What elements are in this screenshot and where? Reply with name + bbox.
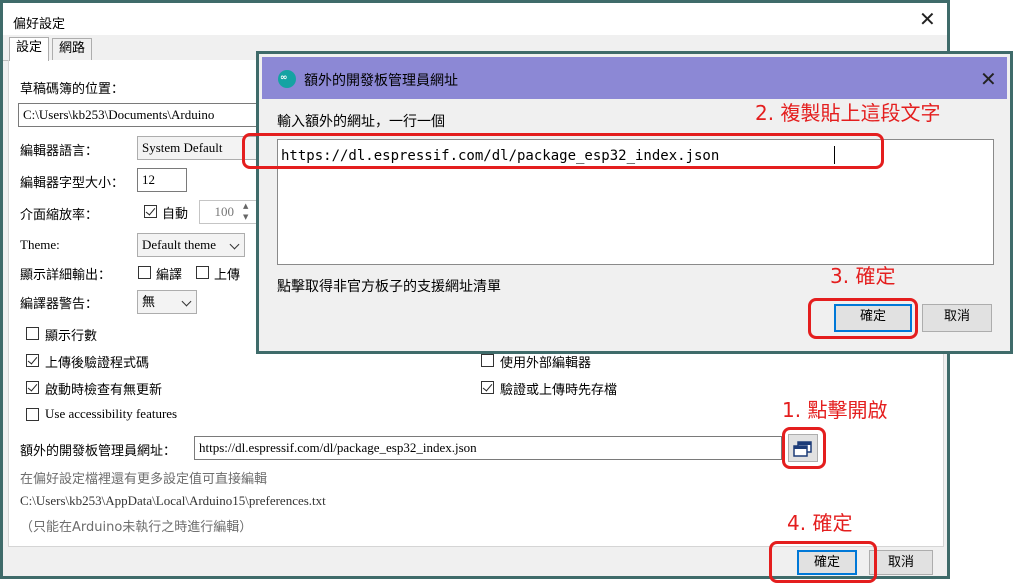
save-before-verify-checkbox[interactable]: [481, 381, 494, 394]
verbose-upload-checkbox[interactable]: [196, 266, 209, 279]
tab-settings[interactable]: 設定: [9, 37, 50, 61]
font-size-label: 編輯器字型大小：: [20, 176, 125, 191]
verbose-compile-label: 編譯: [156, 268, 183, 283]
zoom-auto-checkbox[interactable]: [144, 205, 157, 218]
theme-select[interactable]: Default theme: [137, 233, 245, 257]
dialog-instruction: 輸入額外的網址，一行一個: [277, 114, 445, 130]
annotation-box-step4: [769, 541, 877, 583]
tab-network[interactable]: 網路: [52, 38, 93, 60]
font-size-input[interactable]: 12: [137, 168, 187, 192]
annotation-step2: 2. 複製貼上這段文字: [755, 101, 941, 125]
external-editor-checkbox[interactable]: [481, 354, 494, 367]
arduino-logo-icon: ∞: [278, 70, 296, 88]
external-editor-label: 使用外部編輯器: [500, 356, 592, 371]
verbose-compile-checkbox[interactable]: [138, 266, 151, 279]
sketchbook-label: 草稿碼簿的位置：: [20, 82, 125, 97]
close-icon[interactable]: ✕: [919, 9, 936, 29]
board-urls-input[interactable]: https://dl.espressif.com/dl/package_esp3…: [194, 436, 782, 460]
save-before-verify-label: 驗證或上傳時先存檔: [500, 383, 618, 398]
more-prefs-note: 在偏好設定檔裡還有更多設定值可直接編輯: [20, 472, 268, 487]
verbose-label: 顯示詳細輸出：: [20, 268, 112, 283]
annotation-step1: 1. 點擊開啟: [782, 398, 888, 422]
show-line-numbers-checkbox[interactable]: [26, 327, 39, 340]
annotation-box-step1: [782, 427, 826, 469]
editor-language-label: 編輯器語言：: [20, 144, 99, 159]
verify-after-upload-label: 上傳後驗證程式碼: [45, 356, 150, 371]
spinner-down-icon[interactable]: ▼: [243, 213, 248, 221]
warnings-label: 編譯器警告：: [20, 297, 99, 312]
verbose-upload-label: 上傳: [214, 268, 241, 283]
annotation-step3: 3. 確定: [830, 264, 896, 288]
annotation-step4: 4. 確定: [787, 511, 853, 535]
dialog-title: 額外的開發板管理員網址: [304, 73, 458, 89]
editor-language-select[interactable]: System Default: [137, 136, 257, 160]
editor-language-value: System Default: [142, 140, 223, 155]
theme-label: Theme:: [20, 237, 60, 252]
sketchbook-path-input[interactable]: C:\Users\kb253\Documents\Arduino: [18, 103, 258, 127]
board-urls-label: 額外的開發板管理員網址：: [20, 444, 177, 459]
show-line-numbers-label: 顯示行數: [45, 329, 98, 344]
warnings-value: 無: [142, 294, 156, 309]
zoom-auto-label: 自動: [162, 207, 189, 222]
close-icon[interactable]: ✕: [980, 69, 997, 89]
verify-after-upload-checkbox[interactable]: [26, 354, 39, 367]
dialog-cancel-button[interactable]: 取消: [922, 304, 992, 332]
theme-value: Default theme: [142, 237, 216, 252]
annotation-box-step2: [242, 133, 884, 169]
unofficial-boards-link[interactable]: 點擊取得非官方板子的支援網址清單: [277, 276, 501, 296]
check-updates-label: 啟動時檢查有無更新: [45, 383, 163, 398]
chevron-down-icon: [181, 296, 192, 307]
window-title: 偏好設定: [13, 17, 66, 32]
zoom-label: 介面縮放率：: [20, 208, 99, 223]
spinner-up-icon[interactable]: ▲: [243, 202, 248, 210]
check-updates-checkbox[interactable]: [26, 381, 39, 394]
accessibility-label: Use accessibility features: [45, 406, 178, 421]
edit-note: （只能在Arduino未執行之時進行編輯）: [20, 520, 253, 535]
chevron-down-icon: [229, 239, 240, 250]
preferences-titlebar: 偏好設定 ✕: [3, 3, 947, 35]
prefs-cancel-button[interactable]: 取消: [869, 550, 933, 575]
accessibility-checkbox[interactable]: [26, 408, 39, 421]
annotation-box-step3: [808, 298, 918, 339]
prefs-path: C:\Users\kb253\AppData\Local\Arduino15\p…: [20, 493, 326, 508]
warnings-select[interactable]: 無: [137, 290, 197, 314]
dialog-titlebar: ∞ 額外的開發板管理員網址 ✕: [262, 57, 1007, 99]
